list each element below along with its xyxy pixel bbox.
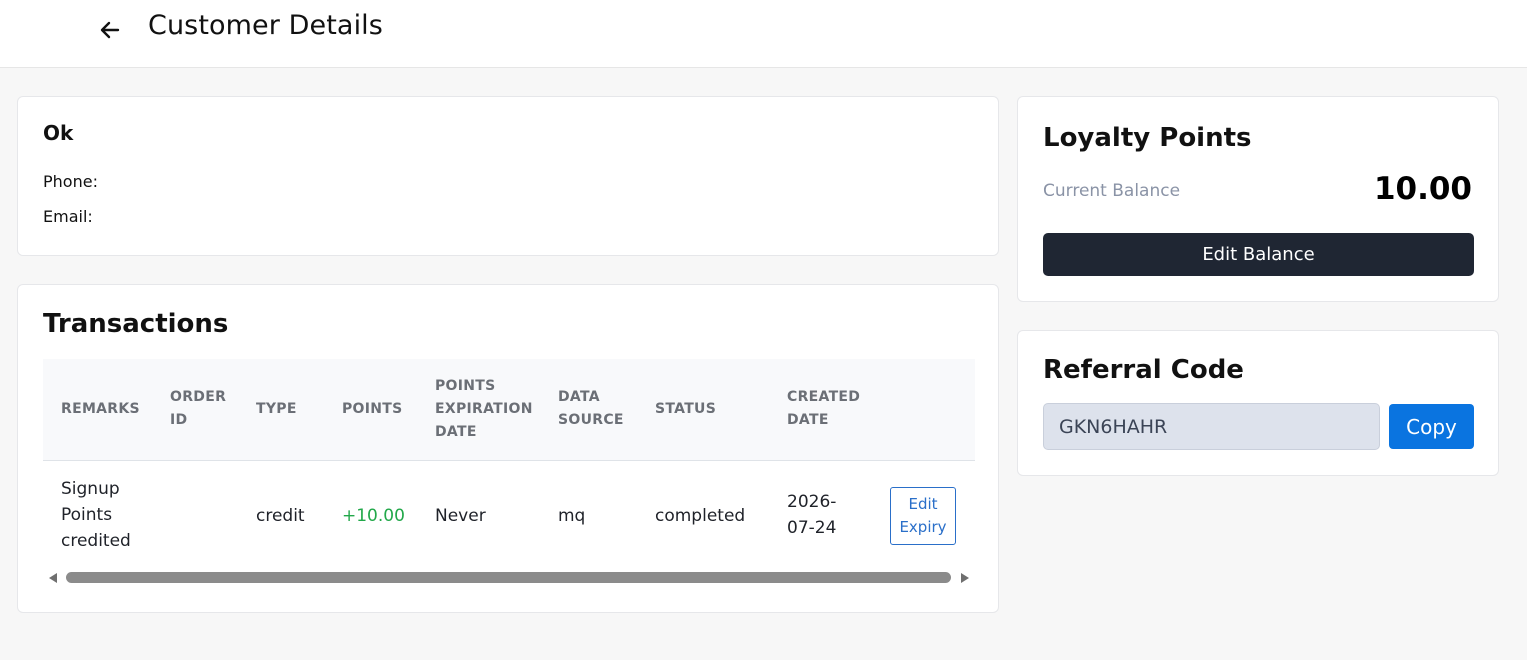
cell-expiration-date: Never <box>435 506 486 526</box>
customer-info-card: Ok Phone: Email: <box>17 96 999 256</box>
arrow-left-icon <box>100 21 120 39</box>
cell-type: credit <box>256 506 305 526</box>
page-title: Customer Details <box>148 10 383 41</box>
column-header-points: Points <box>342 401 403 417</box>
column-header-data-source: Data Source <box>558 389 624 428</box>
loyalty-title: Loyalty Points <box>1043 123 1252 153</box>
loyalty-points-card: Loyalty Points Current Balance 10.00 Edi… <box>1017 96 1499 302</box>
column-header-type: Type <box>256 401 297 417</box>
column-header-remarks: Remarks <box>61 401 140 417</box>
scrollbar-thumb[interactable] <box>66 572 951 583</box>
cell-data-source: mq <box>558 506 586 526</box>
column-header-points-expiration-date: Points Expiration Date <box>435 378 533 440</box>
customer-name: Ok <box>43 121 74 145</box>
column-header-status: Status <box>655 401 717 417</box>
scroll-left-icon[interactable] <box>49 573 57 583</box>
cell-points: +10.00 <box>342 506 405 526</box>
horizontal-scrollbar[interactable] <box>43 571 975 585</box>
current-balance-label: Current Balance <box>1043 181 1181 201</box>
transactions-card: Transactions Remarks Order ID Type Point… <box>17 284 999 613</box>
copy-button[interactable]: Copy <box>1389 404 1474 449</box>
email-label: Email: <box>43 207 93 226</box>
column-header-order-id: Order ID <box>170 389 227 428</box>
top-bar: Customer Details <box>0 0 1527 68</box>
column-header-created-date: Created Date <box>787 389 861 428</box>
edit-expiry-button[interactable]: Edit Expiry <box>890 487 956 545</box>
table-header: Remarks Order ID Type Points Points Expi… <box>43 359 975 461</box>
cell-status: completed <box>655 506 746 526</box>
table-row: Signup Points credited credit +10.00 Nev… <box>43 461 975 561</box>
cell-created-date: 2026-07-24 <box>787 492 837 538</box>
back-button[interactable] <box>96 16 124 44</box>
referral-title: Referral Code <box>1043 355 1244 385</box>
referral-code-card: Referral Code Copy <box>1017 330 1499 476</box>
current-balance-value: 10.00 <box>1373 171 1472 207</box>
referral-code-input[interactable] <box>1043 403 1380 450</box>
scroll-right-icon[interactable] <box>961 573 969 583</box>
edit-balance-button[interactable]: Edit Balance <box>1043 233 1474 276</box>
transactions-title: Transactions <box>43 309 229 339</box>
phone-label: Phone: <box>43 172 98 191</box>
cell-remarks: Signup Points credited <box>61 479 131 551</box>
